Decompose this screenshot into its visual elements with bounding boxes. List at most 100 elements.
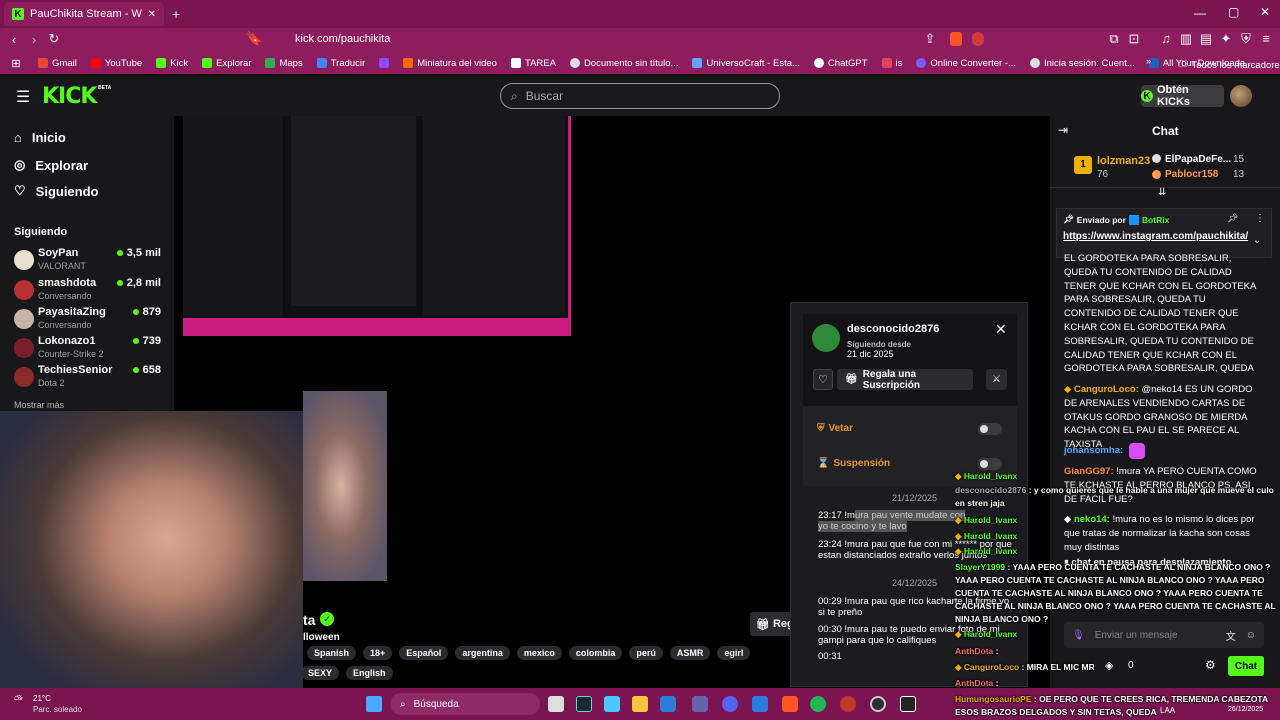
tag[interactable]: mexico [516,646,562,660]
all-bookmarks-folder[interactable]: 🗀 Todos los marcadores [1178,57,1280,73]
discord-icon[interactable] [722,696,738,712]
tag[interactable]: Spanish [307,646,357,660]
nav-home[interactable]: ⌂ Inicio [14,130,66,145]
apps-grid-icon[interactable]: ⊞ [8,57,24,70]
tag[interactable]: colombia [568,646,623,660]
pinned-link[interactable]: https://www.instagram.com/pauchikita/ [1063,231,1258,243]
expand-leaderboard-icon[interactable]: ⇊ [1158,187,1166,198]
profile-username[interactable]: desconocido2876 [847,323,939,335]
vpn-icon[interactable]: ⛨ [1238,31,1254,47]
emoji-icon[interactable]: ☺ [1246,630,1256,641]
settings-icon[interactable]: ⚙ [1205,658,1216,672]
send-chat-button[interactable]: Chat [1228,656,1264,676]
extensions-icon[interactable]: ⧉ [1106,31,1122,47]
bookmarks-more-button[interactable]: » [1146,56,1151,67]
tag[interactable]: perú [629,646,663,660]
gift-sub-button[interactable]: 🎁︎ Reg [750,612,795,636]
bookmark-gmail[interactable]: Gmail [38,58,77,69]
bookmark-explorar[interactable]: Explorar [202,58,251,69]
hamburger-menu-icon[interactable]: ☰ [16,87,30,107]
show-more-link[interactable]: Mostrar más [14,400,64,410]
tag[interactable]: Español [399,646,449,660]
bookmark-twitch[interactable] [379,58,390,68]
tag[interactable]: English [346,666,393,680]
streamer-name[interactable]: ta [303,612,315,628]
tag[interactable]: ASMR [669,646,711,660]
taskbar-search[interactable]: ⌕ Búsqueda [390,693,540,715]
close-window-icon[interactable]: ✕ [1260,5,1270,19]
mod-tools-button[interactable]: ⚔ [986,369,1007,390]
teams-icon[interactable] [692,696,708,712]
bookmark-kick[interactable]: Kick [156,58,188,69]
ban-toggle[interactable] [978,423,1002,435]
bookmark-traducir[interactable]: Traducir [316,58,365,69]
app-icon[interactable] [840,696,856,712]
brave-icon[interactable] [782,696,798,712]
chevron-down-icon[interactable]: ⌄ [1253,235,1261,246]
steam-icon[interactable] [576,696,592,712]
weather-temp[interactable]: 21°C [33,694,51,703]
minimize-icon[interactable]: — [1194,6,1206,20]
unpin-icon[interactable]: 📌︎ [1227,213,1238,224]
new-tab-button[interactable]: + [172,6,180,22]
translate-icon[interactable]: 文 [1226,628,1236,643]
following-item[interactable]: PayasitaZing Conversando 879 [0,305,174,331]
reload-icon[interactable]: ↻ [46,31,62,47]
following-item[interactable]: Lokonazo1 Counter-Strike 2 739 [0,334,174,360]
tag[interactable]: 18+ [363,646,393,660]
bookmark-is[interactable]: is [881,58,902,69]
user-avatar[interactable] [1230,85,1252,107]
store-icon[interactable] [660,696,676,712]
following-item[interactable]: smashdota Conversando 2,8 mil [0,276,174,302]
forward-icon[interactable]: › [26,32,42,47]
tab-close-icon[interactable]: ✕ [148,9,156,20]
brave-shield-icon[interactable] [950,32,962,46]
bookmark-tarea[interactable]: TAREA [510,58,556,69]
bookmark-miniatura[interactable]: Miniatura del video [403,58,497,69]
obs-icon[interactable] [870,696,886,712]
bookmark-universocraft[interactable]: UniversoCraft - Esta... [692,58,800,69]
more-options-icon[interactable]: ⋮ [1255,213,1265,224]
bookmark-icon[interactable]: 🔖 [246,31,262,47]
get-kicks-button[interactable]: K Obtén KICKs [1141,84,1224,108]
mail-icon[interactable] [752,696,768,712]
following-item[interactable]: SoyPan VALORANT 3,5 mil [0,246,174,272]
app-icon[interactable] [900,696,916,712]
task-view-icon[interactable] [548,696,564,712]
back-icon[interactable]: ‹ [6,32,22,47]
address-bar[interactable]: kick.com/pauchikita [295,33,390,45]
bookmark-online-converter[interactable]: Online Converter -... [916,58,1016,69]
collapse-chat-icon[interactable]: ⇥ [1058,123,1068,137]
kick-logo[interactable]: KICK [42,84,97,109]
maximize-icon[interactable]: ▢ [1228,5,1239,19]
tag[interactable]: argentina [455,646,510,660]
bookmark-documento[interactable]: Documento sin título... [569,58,678,69]
share-icon[interactable]: ⇪ [922,31,938,47]
start-button-icon[interactable] [366,696,382,712]
search-input[interactable]: ⌕ Buscar [500,83,780,109]
spotify-icon[interactable] [810,696,826,712]
nav-following[interactable]: ♡ Siguiendo [14,183,99,199]
nav-explore[interactable]: ◎ Explorar [14,157,88,173]
tag[interactable]: egirl [717,646,751,660]
bookmark-chatgpt[interactable]: ChatGPT [813,58,868,69]
bookmark-inicia-sesion[interactable]: Inicia sesión: Cuent... [1029,58,1135,69]
sidebar-icon[interactable]: ▥ [1178,31,1194,47]
media-icon[interactable]: ♫ [1158,31,1174,46]
copilot-icon[interactable] [604,696,620,712]
rewards-icon[interactable] [972,32,984,46]
leo-ai-icon[interactable]: ✦ [1218,31,1234,47]
menu-icon[interactable]: ≡ [1258,31,1274,46]
file-explorer-icon[interactable] [632,696,648,712]
wallet-icon[interactable]: ▤ [1198,31,1214,47]
browser-tab[interactable]: K PauChikita Stream - Watch Live o ✕ [4,2,164,26]
tag[interactable]: SEXY [301,666,340,680]
follow-heart-button[interactable]: ♡ [813,369,833,390]
following-item[interactable]: TechiesSenior Dota 2 658 [0,363,174,389]
close-icon[interactable]: ✕ [995,321,1007,338]
bookmark-maps[interactable]: Maps [265,58,303,69]
timeout-toggle[interactable] [978,458,1002,470]
gift-subscription-button[interactable]: 🎁︎ Regala una Suscripción [837,369,973,391]
bookmark-youtube[interactable]: YouTube [90,58,142,69]
screenshot-icon[interactable]: ⊡ [1126,31,1142,47]
